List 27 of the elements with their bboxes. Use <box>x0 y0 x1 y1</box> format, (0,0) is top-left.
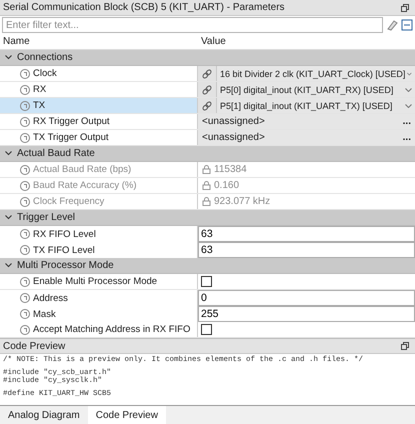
group-header[interactable]: Actual Baud Rate <box>0 146 415 162</box>
value-text: 115384 <box>214 164 247 175</box>
value-dropdown[interactable]: P5[0] digital_inout (KIT_UART_RX) [USED] <box>217 82 415 97</box>
column-header[interactable]: Name <box>0 36 198 47</box>
parameter-name[interactable]: Address <box>0 290 198 306</box>
value-field[interactable]: 63 <box>198 226 415 242</box>
parameter-name[interactable]: TX <box>0 98 198 113</box>
value-picker[interactable]: <unassigned> ... <box>198 114 415 129</box>
parameter-name[interactable]: TX FIFO Level <box>0 242 198 258</box>
value-text: 0.160 <box>214 180 240 191</box>
panel-title: Code Preview <box>3 340 66 352</box>
group-header[interactable]: Multi Processor Mode <box>0 258 415 274</box>
tab[interactable]: Code Preview <box>88 406 166 424</box>
value-text: 923.077 kHz <box>214 196 270 207</box>
value-dropdown[interactable]: P5[1] digital_inout (KIT_UART_TX) [USED] <box>217 98 415 113</box>
value-field[interactable]: 255 <box>198 306 415 322</box>
value-dropdown[interactable]: 16 bit Divider 2 clk (KIT_UART_Clock) [USED] <box>217 66 415 81</box>
filter-field[interactable]: Enter filter text... <box>2 17 383 33</box>
value-field[interactable]: 0 <box>198 290 415 306</box>
panel-title: Serial Communication Block (SCB) 5 (KIT_UART) - Parameters <box>3 2 285 13</box>
value-picker[interactable]: <unassigned> ... <box>198 130 415 145</box>
group-header[interactable]: Connections <box>0 50 415 66</box>
column-header[interactable]: Value <box>198 36 415 47</box>
parameter-name[interactable]: Mask <box>0 306 198 322</box>
parameter-name[interactable]: RX FIFO Level <box>0 226 198 242</box>
value-field[interactable]: 63 <box>198 242 415 258</box>
group-header[interactable]: Trigger Level <box>0 210 415 226</box>
